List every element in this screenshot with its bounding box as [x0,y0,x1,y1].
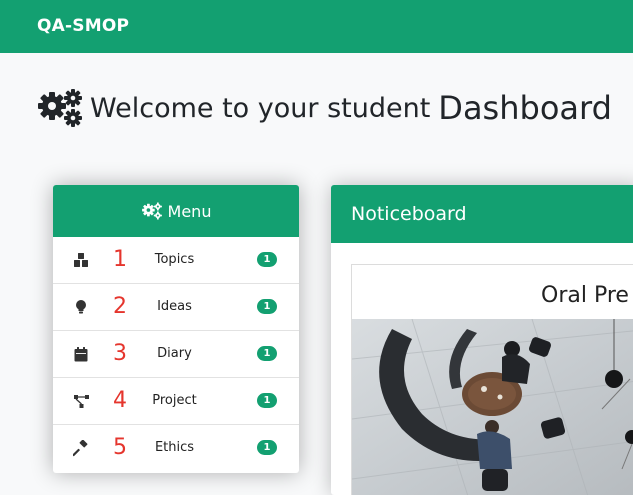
noticeboard-title: Noticeboard [351,203,467,225]
count-badge: 1 [257,252,277,267]
menu-card: Menu 1 Topics 1 2 Ideas 1 3 Diary 1 4 Pr… [53,185,299,473]
menu-item-label: Ethics [154,440,195,455]
post-title: Oral Pre [541,283,629,308]
menu-item-project[interactable]: 4 Project 1 [53,378,299,425]
menu-item-ethics[interactable]: 5 Ethics 1 [53,425,299,471]
count-badge: 1 [257,299,277,314]
menu-item-label: Topics [154,252,195,267]
brand-logo-text[interactable]: QA-SMOP [37,16,129,36]
menu-item-label: Ideas [157,299,192,314]
count-badge: 1 [257,393,277,408]
menu-title: Menu [167,201,212,221]
menu-header: Menu [53,185,299,237]
menu-item-topics[interactable]: 1 Topics 1 [53,237,299,284]
menu-item-number: 1 [113,247,127,272]
gavel-icon [73,440,88,457]
menu-item-ideas[interactable]: 2 Ideas 1 [53,284,299,331]
office-photo [352,319,633,495]
noticeboard-header: Noticeboard [331,185,633,243]
cogs-icon [141,202,162,220]
count-badge: 1 [257,346,277,361]
project-diagram-icon [74,395,89,408]
page-title: Welcome to your student Dashboard [36,84,612,132]
welcome-text: Welcome to your student [90,92,431,124]
noticeboard-card: Noticeboard Oral Pre [331,185,633,495]
cubes-icon [74,253,88,267]
lightbulb-icon [76,300,86,314]
menu-item-label: Project [152,393,197,408]
gears-icon [38,89,82,127]
menu-item-label: Diary [157,346,192,361]
menu-item-number: 5 [113,435,127,460]
top-navbar: QA-SMOP [0,0,633,53]
menu-item-diary[interactable]: 3 Diary 1 [53,331,299,378]
count-badge: 1 [257,440,277,455]
menu-item-number: 4 [113,388,127,413]
notice-post-card[interactable]: Oral Pre [351,264,633,495]
menu-item-number: 3 [113,341,127,366]
menu-item-number: 2 [113,294,127,319]
dashboard-text: Dashboard [438,89,612,127]
post-image [352,319,633,495]
calendar-icon [74,347,88,362]
